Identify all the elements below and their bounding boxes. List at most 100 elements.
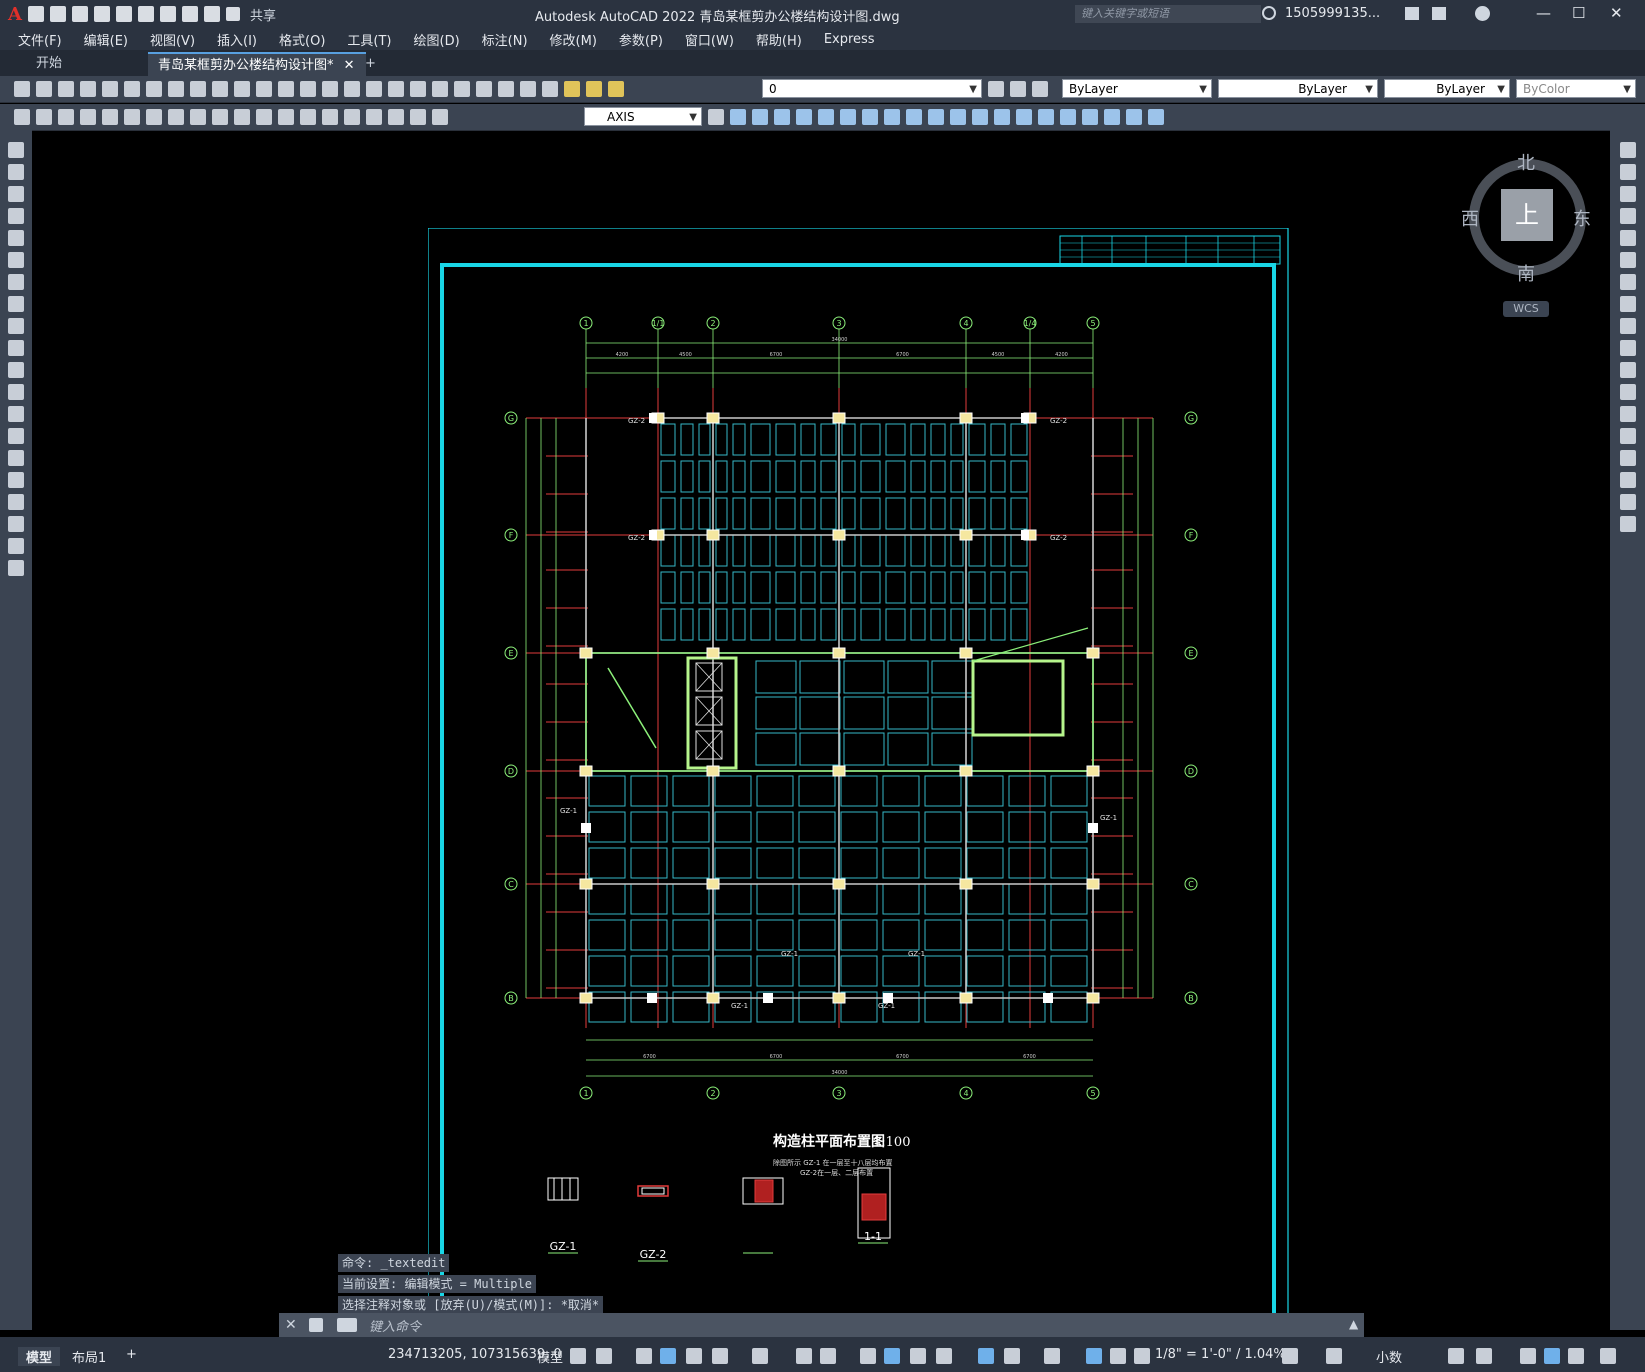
selection-cycling-icon[interactable]	[910, 1348, 926, 1364]
check-solid-icon[interactable]	[1126, 109, 1142, 125]
menu-window[interactable]: 窗口(W)	[685, 30, 734, 49]
zoom-previous-icon[interactable]	[366, 81, 382, 97]
sweep-icon[interactable]	[862, 109, 878, 125]
slice-icon[interactable]	[928, 109, 944, 125]
loft-icon[interactable]	[884, 109, 900, 125]
polyline-icon[interactable]	[8, 186, 24, 202]
ortho-icon[interactable]	[686, 1348, 702, 1364]
publish-icon[interactable]	[115, 6, 132, 22]
line-icon[interactable]	[8, 142, 24, 158]
open-icon[interactable]	[36, 81, 52, 97]
layer-properties-icon[interactable]	[542, 81, 558, 97]
extract-edges-icon[interactable]	[1038, 109, 1054, 125]
spline-icon[interactable]	[8, 318, 24, 334]
redo-icon[interactable]	[203, 6, 220, 22]
section-plane-icon[interactable]	[994, 109, 1010, 125]
viewcube[interactable]: 上 北 南 东 西	[1461, 153, 1591, 285]
help-icon[interactable]	[1475, 6, 1490, 21]
cut-icon[interactable]	[168, 81, 184, 97]
help-icon[interactable]	[520, 81, 536, 97]
add-layout-button[interactable]: +	[126, 1347, 137, 1362]
dim-angular-icon[interactable]	[168, 109, 184, 125]
menu-view[interactable]: 视图(V)	[150, 30, 195, 49]
zoom-realtime-icon[interactable]	[322, 81, 338, 97]
cart-icon[interactable]	[1405, 7, 1419, 20]
export-icon[interactable]	[137, 6, 154, 22]
ellipse-icon[interactable]	[8, 340, 24, 356]
save-as-icon[interactable]	[93, 6, 110, 22]
trim-icon[interactable]	[1620, 340, 1636, 356]
share-button[interactable]: 共享	[250, 5, 276, 24]
dim-baseline-icon[interactable]	[212, 109, 228, 125]
explode-icon[interactable]	[1620, 516, 1636, 532]
array-icon[interactable]	[1620, 230, 1636, 246]
dynamic-input-icon[interactable]	[660, 1348, 676, 1364]
new-file-icon[interactable]	[27, 6, 44, 22]
model-space-button[interactable]: 模型	[537, 1347, 563, 1366]
center-mark-icon[interactable]	[322, 109, 338, 125]
annotation-monitor-icon[interactable]	[1326, 1348, 1342, 1364]
hardware-acceleration-icon[interactable]	[1544, 1348, 1560, 1364]
properties-icon[interactable]	[388, 81, 404, 97]
isodraft-icon[interactable]	[752, 1348, 768, 1364]
presspull-icon[interactable]	[906, 109, 922, 125]
dim-diameter-icon[interactable]	[146, 109, 162, 125]
polar-tracking-icon[interactable]	[712, 1348, 728, 1364]
customization-menu-icon[interactable]	[1600, 1348, 1616, 1364]
markup-icon[interactable]	[476, 81, 492, 97]
compass-west[interactable]: 西	[1461, 205, 1479, 231]
coordinates-readout[interactable]: 234713205, 107315639, 0	[388, 1347, 562, 1362]
offset-icon[interactable]	[1620, 208, 1636, 224]
chamfer-icon[interactable]	[1620, 450, 1636, 466]
interfere-icon[interactable]	[972, 109, 988, 125]
dim-radius-icon[interactable]	[102, 109, 118, 125]
workspace-gear-icon[interactable]	[1282, 1348, 1298, 1364]
arc-icon[interactable]	[8, 252, 24, 268]
save-icon[interactable]	[58, 81, 74, 97]
quick-dim-icon[interactable]	[190, 109, 206, 125]
print-icon[interactable]	[159, 6, 176, 22]
dim-aligned-icon[interactable]	[36, 109, 52, 125]
new-tab-button[interactable]: +	[355, 52, 386, 76]
undo-icon[interactable]	[256, 81, 272, 97]
units-dropdown[interactable]: 小数	[1376, 1347, 1402, 1366]
table-icon[interactable]	[8, 516, 24, 532]
dim-space-icon[interactable]	[256, 109, 272, 125]
annotation-scale-icon[interactable]	[1134, 1348, 1150, 1364]
viewcube-top-face[interactable]: 上	[1501, 189, 1553, 241]
linetype-dropdown[interactable]: ByLayer ▼	[1218, 79, 1378, 98]
dim-jogged-icon[interactable]	[124, 109, 140, 125]
customize-wrench-icon[interactable]	[309, 1318, 323, 1332]
layer-dropdown[interactable]: 0 ▼	[762, 79, 982, 98]
tolerance-icon[interactable]	[300, 109, 316, 125]
dimstyle-dropdown[interactable]: AXIS ▼	[584, 107, 702, 126]
infer-constraints-icon[interactable]	[636, 1348, 652, 1364]
flatshot-icon[interactable]	[1016, 109, 1032, 125]
fillet-icon[interactable]	[1620, 472, 1636, 488]
revcloud-icon[interactable]	[8, 296, 24, 312]
move-icon[interactable]	[1620, 252, 1636, 268]
selection-filter-icon[interactable]	[1004, 1348, 1020, 1364]
inspect-icon[interactable]	[344, 109, 360, 125]
calculator-icon[interactable]	[498, 81, 514, 97]
dim-linear-icon[interactable]	[14, 109, 30, 125]
dynamic-ucs-icon[interactable]	[978, 1348, 994, 1364]
expand-history-icon[interactable]: ▲	[1349, 1317, 1358, 1331]
rectangle-icon[interactable]	[8, 230, 24, 246]
menu-insert[interactable]: 插入(I)	[217, 30, 257, 49]
dim-style-icon[interactable]	[708, 109, 724, 125]
plot-icon[interactable]	[80, 81, 96, 97]
tab-model[interactable]: 模型	[18, 1347, 61, 1366]
menu-file[interactable]: 文件(F)	[18, 30, 62, 49]
user-account[interactable]: 1505999135...	[1285, 6, 1380, 21]
plotstyle-dropdown[interactable]: ByColor ▼	[1516, 79, 1636, 98]
app-store-icon[interactable]	[1432, 7, 1446, 20]
search-input[interactable]: 键入关键字或短语	[1075, 5, 1261, 23]
match-properties-icon[interactable]	[234, 81, 250, 97]
dim-update-icon[interactable]	[432, 109, 448, 125]
transparency-icon[interactable]	[884, 1348, 900, 1364]
intersect-icon[interactable]	[796, 109, 812, 125]
menu-parametric[interactable]: 参数(P)	[619, 30, 663, 49]
union-icon[interactable]	[752, 109, 768, 125]
stretch-icon[interactable]	[1620, 318, 1636, 334]
